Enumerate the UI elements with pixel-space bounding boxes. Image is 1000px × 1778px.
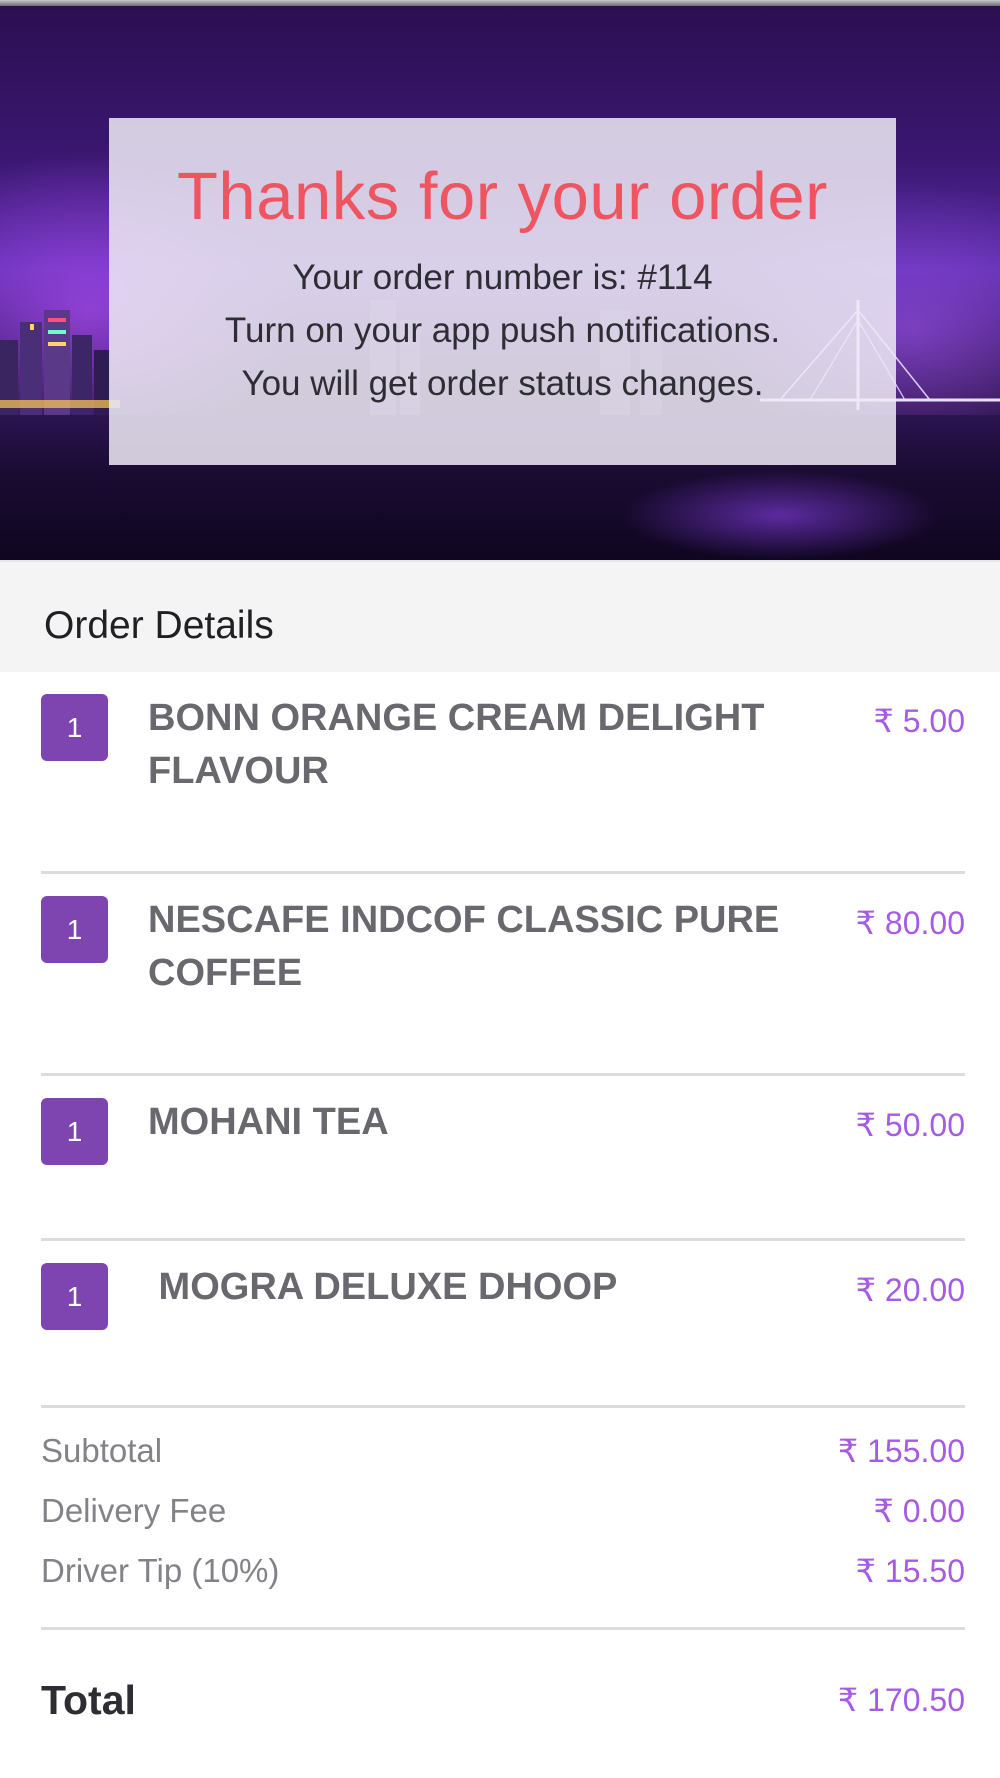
item-name: MOGRA DELUXE DHOOP [148,1266,618,1308]
item-divider [41,871,965,874]
subtotal-row: Subtotal ₹ 155.00 [0,1432,1000,1482]
quantity-badge: 1 [41,1263,108,1330]
order-status-text: You will get order status changes. [241,364,764,403]
driver-tip-value: ₹ 15.50 [855,1553,965,1589]
subtotal-value: ₹ 155.00 [837,1433,965,1469]
delivery-fee-label: Delivery Fee [41,1492,227,1529]
quantity-badge: 1 [41,1098,108,1165]
order-confirmation-card: Thanks for your order Your order number … [109,118,896,465]
item-name: NESCAFE INDCOF CLASSIC PURE COFFEE [148,899,780,994]
item-price: ₹ 50.00 [855,1107,965,1143]
status-divider [0,0,1000,6]
order-details-title: Order Details [44,604,274,647]
item-price: ₹ 5.00 [873,703,965,739]
item-divider [41,1238,965,1241]
driver-tip-row: Driver Tip (10%) ₹ 15.50 [0,1552,1000,1602]
total-divider [41,1627,965,1630]
item-name: BONN ORANGE CREAM DELIGHT FLAVOUR [148,697,765,792]
subtotal-label: Subtotal [41,1432,163,1469]
order-details-header: Order Details [0,562,1000,672]
water-reflection [620,470,940,560]
item-name: MOHANI TEA [148,1101,389,1143]
total-row: Total ₹ 170.50 [0,1677,1000,1737]
item-price: ₹ 20.00 [855,1272,965,1308]
delivery-fee-row: Delivery Fee ₹ 0.00 [0,1492,1000,1542]
delivery-fee-value: ₹ 0.00 [873,1493,965,1529]
quantity-badge: 1 [41,694,108,761]
driver-tip-label: Driver Tip (10%) [41,1552,280,1589]
quantity-badge: 1 [41,896,108,963]
item-divider [41,1073,965,1076]
order-number-text: Your order number is: #114 [292,258,713,297]
item-price: ₹ 80.00 [855,905,965,941]
summary-divider [41,1405,965,1408]
total-label: Total [41,1677,136,1723]
push-notification-text: Turn on your app push notifications. [224,311,781,350]
hero-banner: Thanks for your order Your order number … [0,0,1000,562]
total-value: ₹ 170.50 [837,1682,965,1718]
thanks-title: Thanks for your order [177,159,828,234]
